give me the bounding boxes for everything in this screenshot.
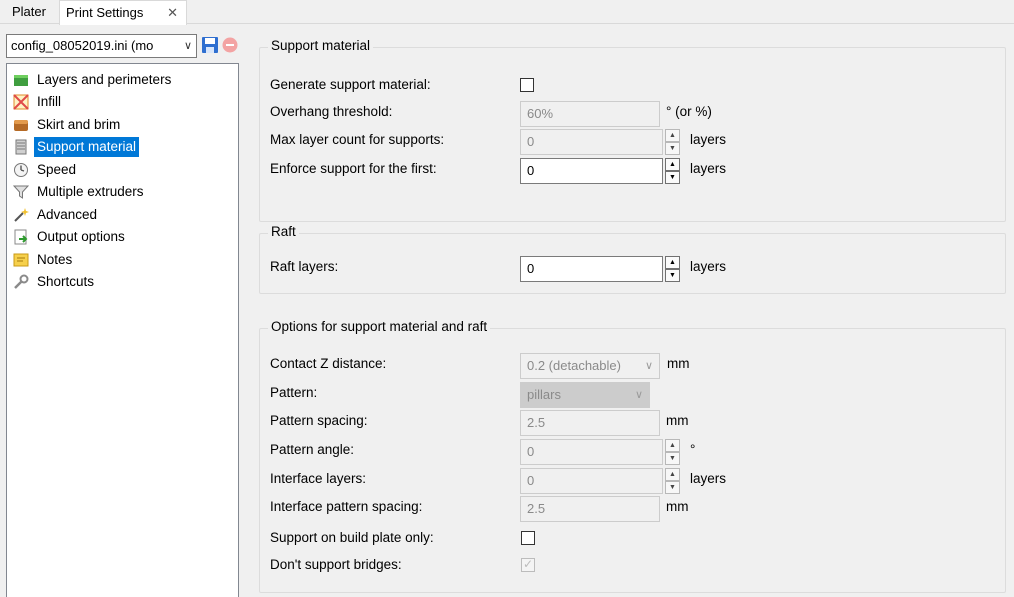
chevron-down-icon: ∨ (183, 40, 192, 52)
interface-spacing-input[interactable]: 2.5 (520, 496, 660, 522)
contact-z-value: 0.2 (detachable) (527, 358, 621, 373)
spin-up-icon[interactable]: ▲ (665, 439, 680, 452)
overhang-unit: ° (or %) (666, 104, 712, 119)
support-icon (15, 139, 27, 155)
settings-tree: Layers and perimeters Infill Skirt and b… (6, 63, 239, 597)
spin-up-icon[interactable]: ▲ (665, 256, 680, 269)
output-icon (14, 229, 28, 245)
spin-down-icon[interactable]: ▼ (665, 171, 680, 184)
tree-item-label: Advanced (37, 207, 98, 222)
tree-item-label: Speed (37, 162, 77, 177)
spin-down-icon[interactable]: ▼ (665, 269, 680, 282)
label-enforce: Enforce support for the first: (270, 161, 437, 176)
label-pattern-angle: Pattern angle: (270, 442, 355, 457)
spin-up-icon[interactable]: ▲ (665, 129, 680, 142)
label-pattern: Pattern: (270, 385, 318, 400)
layers-icon (14, 75, 28, 86)
chevron-down-icon: ∨ (634, 389, 643, 401)
label-interface-layers: Interface layers: (270, 471, 367, 486)
interface-layers-stepper[interactable]: ▲ ▼ (665, 468, 680, 494)
generate-support-checkbox[interactable] (520, 78, 534, 92)
tab-bar: Plater Print Settings ✕ (0, 0, 1014, 25)
spin-up-icon[interactable]: ▲ (665, 158, 680, 171)
tree-item-label: Support material (34, 137, 140, 157)
preset-value: config_08052019.ini (mo (11, 38, 154, 53)
contact-z-dropdown[interactable]: 0.2 (detachable) ∨ (520, 353, 660, 379)
pattern-dropdown[interactable]: pillars ∨ (520, 382, 650, 408)
settings-content: Support material Generate support materi… (244, 25, 1014, 597)
label-interface-spacing: Interface pattern spacing: (270, 499, 423, 514)
enforce-support-stepper[interactable]: ▲ ▼ (665, 158, 680, 184)
tree-item-label: Layers and perimeters (37, 72, 172, 87)
raft-layers-stepper[interactable]: ▲ ▼ (665, 256, 680, 282)
preset-dropdown[interactable]: config_08052019.ini (mo ∨ (6, 34, 197, 58)
pattern-angle-unit: ° (690, 442, 696, 457)
label-max-layer: Max layer count for supports: (270, 132, 445, 147)
tree-item-label: Skirt and brim (37, 117, 121, 132)
spin-down-icon[interactable]: ▼ (665, 481, 680, 494)
interface-layers-input[interactable]: 0 (520, 468, 663, 494)
max-layer-stepper[interactable]: ▲ ▼ (665, 129, 680, 155)
group-title-options: Options for support material and raft (268, 319, 491, 334)
overhang-threshold-input[interactable]: 60% (520, 101, 660, 127)
tab-print-settings[interactable]: Print Settings ✕ (59, 0, 187, 25)
tree-item-label: Multiple extruders (37, 184, 144, 199)
enforce-support-input[interactable]: 0 (520, 158, 663, 184)
funnel-icon (13, 185, 29, 199)
pattern-angle-stepper[interactable]: ▲ ▼ (665, 439, 680, 465)
tab-plater[interactable]: Plater (6, 0, 52, 24)
wrench-icon (14, 274, 29, 289)
delete-preset-icon[interactable] (222, 37, 238, 53)
spin-down-icon[interactable]: ▼ (665, 142, 680, 155)
wand-icon (14, 208, 29, 222)
skirt-icon (14, 120, 28, 131)
pattern-spacing-input[interactable]: 2.5 (520, 410, 660, 436)
contact-z-unit: mm (667, 356, 690, 371)
label-pattern-spacing: Pattern spacing: (270, 413, 368, 428)
pattern-angle-input[interactable]: 0 (520, 439, 663, 465)
label-bridges: Don't support bridges: (270, 557, 402, 572)
notes-icon (13, 253, 29, 267)
tree-item-label: Notes (37, 252, 73, 267)
chevron-down-icon: ∨ (644, 360, 653, 372)
speed-icon (14, 163, 28, 177)
interface-layers-unit: layers (690, 471, 727, 486)
spin-up-icon[interactable]: ▲ (665, 468, 680, 481)
label-raft-layers: Raft layers: (270, 259, 339, 274)
label-build-plate: Support on build plate only: (270, 530, 434, 545)
tree-item-label: Output options (37, 229, 125, 244)
build-plate-only-checkbox[interactable] (521, 531, 535, 545)
infill-icon (13, 94, 29, 110)
group-title-support: Support material (268, 38, 374, 53)
spin-down-icon[interactable]: ▼ (665, 452, 680, 465)
label-contact-z: Contact Z distance: (270, 356, 387, 371)
tree-item-label: Shortcuts (37, 274, 95, 289)
enforce-support-unit: layers (690, 161, 727, 176)
raft-layers-unit: layers (690, 259, 727, 274)
raft-layers-input[interactable]: 0 (520, 256, 663, 282)
label-generate-support: Generate support material: (270, 77, 431, 92)
save-icon[interactable] (201, 36, 219, 54)
tree-item-label: Infill (37, 94, 62, 109)
pattern-value: pillars (527, 387, 561, 402)
label-overhang: Overhang threshold: (270, 104, 393, 119)
check-icon: ✓ (523, 557, 534, 571)
tab-print-settings-label: Print Settings (66, 5, 144, 20)
dont-support-bridges-checkbox[interactable]: ✓ (521, 557, 535, 572)
close-icon[interactable]: ✕ (167, 1, 178, 24)
interface-spacing-unit: mm (666, 499, 689, 514)
max-layer-input[interactable]: 0 (520, 129, 663, 155)
pattern-spacing-unit: mm (666, 413, 689, 428)
group-title-raft: Raft (268, 224, 299, 239)
max-layer-unit: layers (690, 132, 727, 147)
